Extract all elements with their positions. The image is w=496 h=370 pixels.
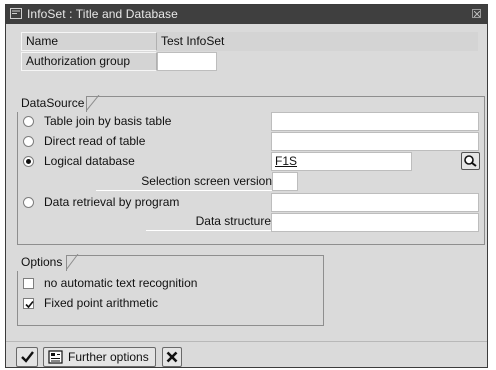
data-structure-label: Data structure (146, 213, 271, 231)
search-help-button[interactable] (461, 152, 480, 170)
radio-data-retrieval-program[interactable] (23, 197, 34, 208)
radio-table-join[interactable] (23, 116, 34, 127)
title-bar: InfoSet : Title and Database (6, 5, 487, 24)
confirm-button[interactable] (16, 347, 38, 367)
window-icon (10, 8, 22, 19)
options-group-title: Options (17, 255, 67, 271)
radio-data-retrieval-program-label: Data retrieval by program (44, 195, 180, 209)
button-bar: Further options (6, 341, 487, 368)
radio-direct-read[interactable] (23, 136, 34, 147)
checkmark-icon (21, 351, 34, 363)
authorization-group-label: Authorization group (21, 52, 157, 71)
further-options-label: Further options (68, 350, 149, 364)
data-structure-input[interactable] (271, 213, 479, 232)
radio-logical-database[interactable] (23, 156, 34, 167)
selection-screen-version-input[interactable] (272, 172, 298, 191)
table-join-input[interactable] (271, 112, 479, 131)
options-icon (48, 350, 63, 364)
authorization-group-input[interactable] (157, 52, 217, 71)
close-icon[interactable] (472, 9, 481, 18)
logical-database-input[interactable]: F1S (271, 152, 412, 171)
name-label-text: Name (26, 34, 59, 48)
options-group: Options (17, 255, 324, 326)
dialog-window: InfoSet : Title and Database Name Test I… (5, 4, 488, 368)
radio-logical-database-label: Logical database (44, 154, 135, 168)
options-tab-slant (66, 254, 79, 271)
further-options-button[interactable]: Further options (43, 347, 156, 367)
radio-table-join-label: Table join by basis table (44, 114, 172, 128)
name-label: Name (21, 32, 157, 51)
datasource-tab-slant (86, 95, 100, 112)
cancel-icon (166, 351, 178, 363)
direct-read-input[interactable] (271, 132, 479, 151)
fixed-point-arithmetic-checkbox[interactable] (23, 298, 34, 309)
no-text-recognition-checkbox[interactable] (23, 278, 34, 289)
radio-direct-read-label: Direct read of table (44, 134, 146, 148)
selection-screen-version-label: Selection screen version (96, 173, 272, 191)
cancel-button[interactable] (162, 347, 182, 367)
name-field[interactable]: Test InfoSet (157, 32, 478, 51)
data-retrieval-program-input[interactable] (271, 193, 479, 212)
datasource-group-title: DataSource (17, 96, 87, 112)
fixed-point-arithmetic-label: Fixed point arithmetic (44, 296, 159, 310)
no-text-recognition-label: no automatic text recognition (44, 276, 198, 290)
authorization-group-label-text: Authorization group (26, 54, 131, 68)
checkmark-icon (25, 300, 34, 309)
search-icon (464, 155, 477, 167)
window-title: InfoSet : Title and Database (27, 7, 178, 21)
